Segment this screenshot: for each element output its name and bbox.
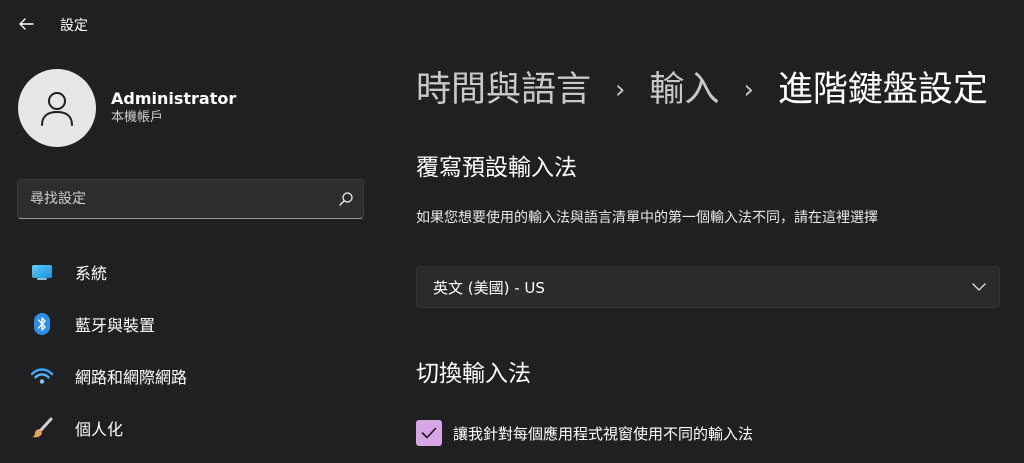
user-icon: [41, 92, 73, 126]
sidebar-nav: 系統 藍牙與裝置 網路和網際網路 個人化: [0, 246, 380, 454]
bluetooth-icon: [31, 313, 53, 335]
per-app-input-checkbox-row[interactable]: 讓我針對每個應用程式視窗使用不同的輸入法: [416, 420, 753, 446]
breadcrumb-item-typing[interactable]: 輸入: [649, 66, 719, 114]
sidebar-item-system[interactable]: 系統: [0, 246, 380, 298]
page-title: 進階鍵盤設定: [777, 70, 988, 110]
breadcrumb-separator-icon: ›: [615, 75, 626, 105]
avatar: [18, 69, 96, 147]
input-method-dropdown[interactable]: 英文 (美國) - US: [416, 266, 1000, 308]
breadcrumb: 時間與語言 › 輸入 › 進階鍵盤設定: [416, 66, 988, 114]
sidebar-item-bluetooth[interactable]: 藍牙與裝置: [0, 298, 380, 350]
checkmark-icon: [421, 427, 437, 439]
sidebar-item-network[interactable]: 網路和網際網路: [0, 350, 380, 402]
sidebar-item-label: 系統: [75, 264, 108, 283]
search-icon[interactable]: [329, 180, 363, 218]
search-input[interactable]: [18, 179, 329, 219]
wifi-icon: [31, 365, 53, 387]
sidebar-item-label: 網路和網際網路: [75, 368, 188, 387]
back-arrow-icon: [19, 18, 34, 30]
brush-icon: [31, 417, 53, 439]
user-profile[interactable]: Administrator 本機帳戶: [18, 69, 236, 147]
chevron-down-icon: [959, 267, 999, 307]
title-bar: 設定: [0, 0, 1024, 48]
breadcrumb-separator-icon: ›: [743, 75, 754, 105]
switching-section-title: 切換輸入法: [416, 361, 531, 387]
profile-name: Administrator: [111, 89, 237, 108]
profile-text: Administrator 本機帳戶: [111, 89, 236, 127]
checkbox-label: 讓我針對每個應用程式視窗使用不同的輸入法: [453, 424, 754, 443]
settings-window: 設定 Administrator 本機帳戶 尋找設定 系統 藍牙與裝置 網路和網…: [0, 0, 1024, 463]
back-button[interactable]: [10, 8, 42, 40]
profile-account-type: 本機帳戶: [111, 110, 164, 125]
breadcrumb-item-time-language[interactable]: 時間與語言: [416, 66, 591, 114]
monitor-icon: [31, 261, 53, 283]
search-box: [17, 179, 364, 219]
sidebar-item-label: 藍牙與裝置: [75, 316, 156, 335]
sidebar-item-label: 個人化: [75, 420, 124, 439]
override-section-title: 覆寫預設輸入法: [416, 155, 577, 181]
per-app-input-checkbox[interactable]: [416, 420, 442, 446]
app-title: 設定: [60, 18, 88, 34]
override-description: 如果您想要使用的輸入法與語言清單中的第一個輸入法不同，請在這裡選擇: [416, 210, 878, 226]
sidebar-item-personalization[interactable]: 個人化: [0, 402, 380, 454]
dropdown-selected-value: 英文 (美國) - US: [433, 278, 545, 297]
